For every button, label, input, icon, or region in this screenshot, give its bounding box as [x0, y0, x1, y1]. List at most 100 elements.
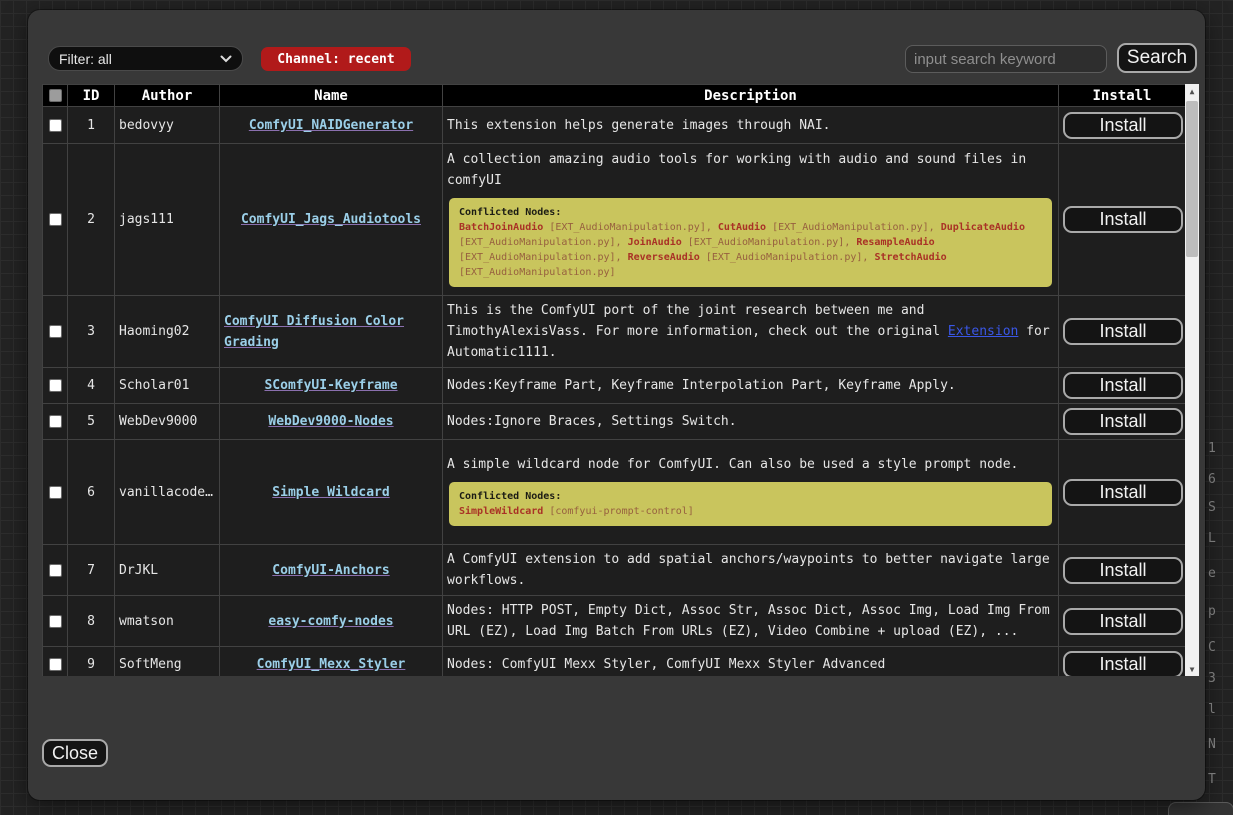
name-cell: SComfyUI-Keyframe [220, 368, 443, 404]
row-checkbox[interactable] [49, 325, 62, 338]
id-cell: 7 [68, 545, 115, 596]
extension-name-link[interactable]: WebDev9000-Nodes [268, 411, 393, 432]
description-cell: This is the ComfyUI port of the joint re… [443, 296, 1059, 368]
extension-table: ID Author Name Description Install 1bedo… [42, 84, 1186, 676]
install-cell: Install [1059, 144, 1186, 296]
install-button[interactable]: Install [1063, 479, 1183, 506]
row-select-cell [43, 647, 68, 677]
install-cell: Install [1059, 545, 1186, 596]
extension-name-link[interactable]: ComfyUI_Mexx_Styler [257, 654, 406, 675]
conflict-node-name: StretchAudio [874, 252, 946, 263]
description-cell: A ComfyUI extension to add spatial ancho… [443, 545, 1059, 596]
conflict-node-name: JoinAudio [628, 237, 682, 248]
install-button[interactable]: Install [1063, 651, 1183, 676]
row-select-cell [43, 107, 68, 144]
conflict-title: Conflicted Nodes: [459, 205, 1042, 220]
conflict-node-source: [EXT_AudioManipulation.py], [459, 252, 628, 263]
description-text: Nodes:Keyframe Part, Keyframe Interpolat… [447, 378, 956, 393]
extension-name-link[interactable]: Simple Wildcard [272, 482, 389, 503]
row-checkbox[interactable] [49, 486, 62, 499]
row-select-cell [43, 440, 68, 545]
conflict-node-name: ResampleAudio [856, 237, 934, 248]
select-all-checkbox[interactable] [49, 89, 62, 102]
author-cell: jags111 [115, 144, 220, 296]
filter-select-label: Filter: all [59, 51, 112, 67]
name-cell: easy-comfy-nodes [220, 596, 443, 647]
id-cell: 1 [68, 107, 115, 144]
author-cell: WebDev9000 [115, 404, 220, 440]
install-button[interactable]: Install [1063, 206, 1183, 233]
row-checkbox[interactable] [49, 415, 62, 428]
author-cell: SoftMeng [115, 647, 220, 677]
name-cell: Simple Wildcard [220, 440, 443, 545]
search-button[interactable]: Search [1117, 43, 1197, 73]
close-button[interactable]: Close [42, 739, 108, 767]
extension-name-link[interactable]: SComfyUI-Keyframe [264, 375, 397, 396]
description-text: A collection amazing audio tools for wor… [447, 152, 1026, 188]
conflict-box: Conflicted Nodes: BatchJoinAudio [EXT_Aud… [449, 198, 1052, 287]
background-text-fragment: S [1208, 500, 1216, 515]
extension-name-link[interactable]: ComfyUI Diffusion Color Grading [224, 311, 438, 353]
install-button[interactable]: Install [1063, 608, 1183, 635]
table-row: 6vanillacode…Simple WildcardA simple wil… [43, 440, 1186, 545]
install-button[interactable]: Install [1063, 557, 1183, 584]
extension-name-link[interactable]: ComfyUI_NAIDGenerator [249, 115, 413, 136]
install-button[interactable]: Install [1063, 408, 1183, 435]
install-button[interactable]: Install [1063, 112, 1183, 139]
header-id: ID [68, 85, 115, 107]
description-text: A simple wildcard node for ComfyUI. Can … [447, 457, 1018, 472]
row-select-cell [43, 144, 68, 296]
description-text: Nodes: ComfyUI Mexx Styler, ComfyUI Mexx… [447, 657, 885, 672]
chevron-down-icon [220, 55, 232, 63]
scroll-down-icon[interactable]: ▼ [1185, 662, 1199, 676]
channel-button[interactable]: Channel: recent [261, 47, 411, 71]
conflict-node-name: BatchJoinAudio [459, 222, 543, 233]
conflict-node-name: DuplicateAudio [941, 222, 1025, 233]
background-text-fragment: e [1208, 566, 1216, 581]
conflict-box: Conflicted Nodes:SimpleWildcard [comfyui… [449, 482, 1052, 526]
row-checkbox[interactable] [49, 119, 62, 132]
row-select-cell [43, 545, 68, 596]
conflict-node-source: [EXT_AudioManipulation.py], [682, 237, 857, 248]
install-cell: Install [1059, 404, 1186, 440]
conflict-node-source: [EXT_AudioManipulation.py], [766, 222, 941, 233]
author-cell: vanillacode… [115, 440, 220, 545]
id-cell: 8 [68, 596, 115, 647]
row-select-cell [43, 368, 68, 404]
install-cell: Install [1059, 107, 1186, 144]
row-checkbox[interactable] [49, 615, 62, 628]
scrollbar-thumb[interactable] [1186, 101, 1198, 257]
row-checkbox[interactable] [49, 564, 62, 577]
id-cell: 2 [68, 144, 115, 296]
conflict-node-name: SimpleWildcard [459, 506, 543, 517]
extension-name-link[interactable]: ComfyUI_Jags_Audiotools [241, 209, 421, 230]
filter-select[interactable]: Filter: all [48, 46, 243, 71]
extension-name-link[interactable]: ComfyUI-Anchors [272, 560, 389, 581]
extension-table-body: 1bedovyyComfyUI_NAIDGeneratorThis extens… [43, 107, 1186, 677]
external-extension-link[interactable]: Extension [948, 324, 1018, 339]
install-button[interactable]: Install [1063, 318, 1183, 345]
description-text: Nodes:Ignore Braces, Settings Switch. [447, 414, 737, 429]
row-checkbox[interactable] [49, 213, 62, 226]
conflict-node-name: ReverseAudio [628, 252, 700, 263]
search-input[interactable] [905, 45, 1107, 73]
scroll-up-icon[interactable]: ▲ [1185, 84, 1199, 98]
table-row: 7DrJKLComfyUI-AnchorsA ComfyUI extension… [43, 545, 1186, 596]
conflict-node-name: CutAudio [718, 222, 766, 233]
install-button[interactable]: Install [1063, 372, 1183, 399]
description-cell: Nodes:Ignore Braces, Settings Switch. [443, 404, 1059, 440]
id-cell: 5 [68, 404, 115, 440]
author-cell: Scholar01 [115, 368, 220, 404]
description-text: Nodes: HTTP POST, Empty Dict, Assoc Str,… [447, 603, 1050, 639]
extension-name-link[interactable]: easy-comfy-nodes [268, 611, 393, 632]
description-cell: A collection amazing audio tools for wor… [443, 144, 1059, 296]
background-text-fragment: N [1208, 737, 1216, 752]
row-checkbox[interactable] [49, 379, 62, 392]
description-cell: This extension helps generate images thr… [443, 107, 1059, 144]
table-scrollbar[interactable]: ▲ ▼ [1185, 84, 1199, 676]
row-select-cell [43, 596, 68, 647]
background-text-fragment: T [1208, 772, 1216, 787]
header-author: Author [115, 85, 220, 107]
background-text-fragment: C [1208, 640, 1216, 655]
row-checkbox[interactable] [49, 658, 62, 671]
